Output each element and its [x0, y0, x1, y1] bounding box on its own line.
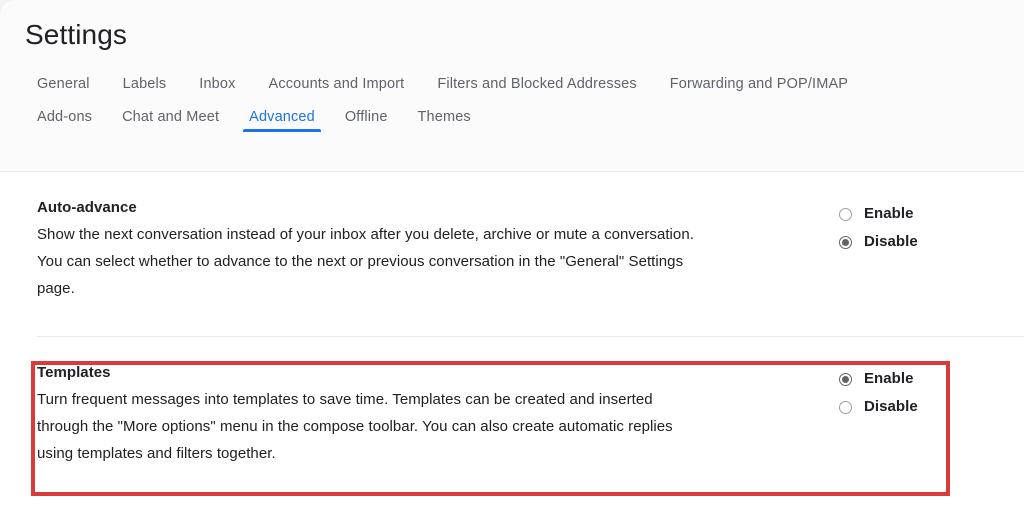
settings-window: Settings General Labels Inbox Accounts a…: [0, 0, 1024, 515]
templates-enable-label: Enable: [864, 370, 914, 387]
section-templates-text: Templates Turn frequent messages into te…: [0, 337, 700, 467]
templates-enable-option[interactable]: Enable: [839, 365, 959, 393]
tab-filters-and-blocked-addresses[interactable]: Filters and Blocked Addresses: [437, 76, 636, 109]
section-auto-advance-title: Auto-advance: [37, 199, 137, 216]
settings-tab-bar: General Labels Inbox Accounts and Import…: [37, 76, 1024, 142]
page-title: Settings: [25, 19, 127, 50]
section-auto-advance-options: Enable Disable: [839, 172, 959, 256]
tab-row-secondary: Add-ons Chat and Meet Advanced Offline T…: [37, 109, 1024, 142]
section-templates-wrap: Templates Turn frequent messages into te…: [0, 337, 1024, 496]
radio-unchecked-icon[interactable]: [839, 207, 852, 221]
tab-general[interactable]: General: [37, 76, 90, 109]
section-auto-advance: Auto-advance Show the next conversation …: [0, 172, 1024, 302]
templates-disable-option[interactable]: Disable: [839, 393, 959, 421]
tab-add-ons[interactable]: Add-ons: [37, 109, 92, 142]
section-templates-description: Turn frequent messages into templates to…: [37, 391, 673, 462]
radio-checked-icon[interactable]: [839, 235, 852, 249]
section-templates-title: Templates: [37, 364, 111, 381]
tab-row-primary: General Labels Inbox Accounts and Import…: [37, 76, 1024, 109]
section-templates: Templates Turn frequent messages into te…: [0, 337, 1024, 467]
auto-advance-enable-option[interactable]: Enable: [839, 200, 959, 228]
section-auto-advance-wrap: Auto-advance Show the next conversation …: [0, 172, 1024, 337]
auto-advance-disable-label: Disable: [864, 233, 918, 250]
tab-forwarding-and-pop-imap[interactable]: Forwarding and POP/IMAP: [670, 76, 848, 109]
tab-chat-and-meet[interactable]: Chat and Meet: [122, 109, 219, 142]
templates-disable-label: Disable: [864, 398, 918, 415]
section-templates-options: Enable Disable: [839, 337, 959, 421]
tab-inbox[interactable]: Inbox: [199, 76, 235, 109]
settings-content: Auto-advance Show the next conversation …: [0, 172, 1024, 515]
section-auto-advance-text: Auto-advance Show the next conversation …: [0, 172, 700, 302]
auto-advance-enable-label: Enable: [864, 205, 914, 222]
tab-labels[interactable]: Labels: [123, 76, 167, 109]
settings-header: Settings General Labels Inbox Accounts a…: [0, 0, 1024, 172]
auto-advance-disable-option[interactable]: Disable: [839, 228, 959, 256]
tab-themes[interactable]: Themes: [418, 109, 471, 142]
radio-checked-icon[interactable]: [839, 372, 852, 386]
tab-offline[interactable]: Offline: [345, 109, 388, 142]
tab-advanced[interactable]: Advanced: [243, 109, 321, 142]
section-auto-advance-description: Show the next conversation instead of yo…: [37, 226, 694, 297]
tab-accounts-and-import[interactable]: Accounts and Import: [269, 76, 405, 109]
radio-unchecked-icon[interactable]: [839, 400, 852, 414]
